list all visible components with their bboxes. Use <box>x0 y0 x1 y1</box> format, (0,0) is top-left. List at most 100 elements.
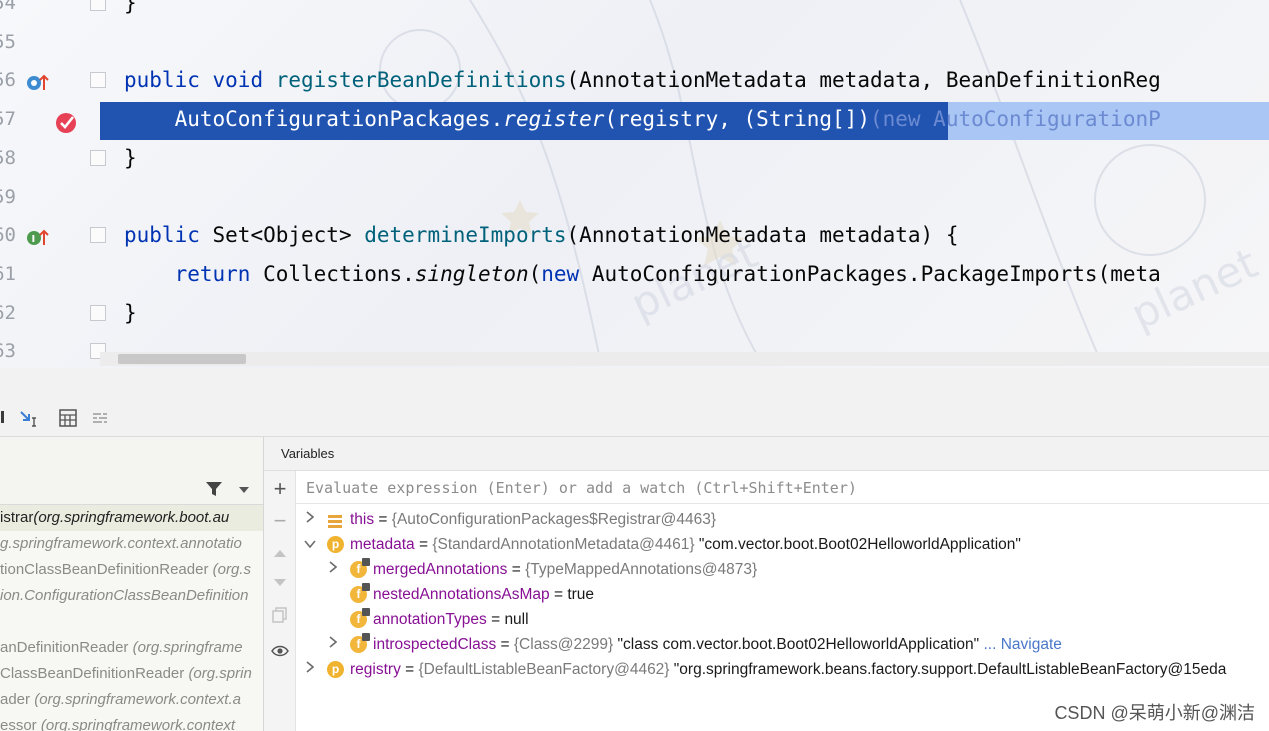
navigate-link[interactable]: ... Navigate <box>984 636 1062 653</box>
variable-row[interactable]: this = {AutoConfigurationPackages$Regist… <box>304 507 1269 532</box>
stack-frame[interactable]: tionClassBeanDefinitionReader (org.s <box>0 557 263 583</box>
code-token: singleton <box>414 261 529 286</box>
code-token: registerBeanDefinitions <box>275 68 567 93</box>
debug-toolbar <box>0 401 1269 437</box>
line-number[interactable]: 60 <box>0 224 16 246</box>
variable-row[interactable]: f introspectedClass = {Class@2299} "class… <box>327 632 1269 657</box>
field-icon: f <box>350 583 370 603</box>
variable-type: {StandardAnnotationMetadata@4461} <box>432 536 695 553</box>
move-down-icon[interactable] <box>270 573 290 593</box>
field-icon: f <box>350 608 370 628</box>
stack-frame[interactable]: anDefinitionReader (org.springframe <box>0 635 263 661</box>
line-number[interactable]: 63 <box>0 340 16 362</box>
variables-tab-bar: Variables <box>264 437 1269 471</box>
editor-gutter[interactable]: 54 55 56 57 58 59 60 61 62 63 <box>0 0 106 368</box>
code-line[interactable]: public Set<Object> determineImports(Anno… <box>124 216 958 254</box>
code-line[interactable]: } <box>124 0 137 22</box>
frames-panel: istrar(org.springframework.boot.au g.spri… <box>0 437 264 731</box>
stack-frame[interactable]: ion.ConfigurationClassBeanDefinition <box>0 583 263 609</box>
horizontal-scrollbar-thumb[interactable] <box>118 354 246 364</box>
variable-name: metadata <box>350 536 415 553</box>
breakpoint-icon[interactable] <box>54 109 80 135</box>
line-number[interactable]: 59 <box>0 186 16 208</box>
fold-marker-icon[interactable] <box>90 149 106 166</box>
line-number[interactable]: 56 <box>0 69 16 91</box>
line-number[interactable]: 61 <box>0 263 16 285</box>
move-up-icon[interactable] <box>270 543 290 563</box>
watermark: CSDN @呆萌小新@渊洁 <box>1054 703 1255 723</box>
variable-type: {TypeMappedAnnotations@4873} <box>525 561 758 578</box>
line-number[interactable]: 58 <box>0 147 16 169</box>
variable-row[interactable]: p registry = {DefaultListableBeanFactory@… <box>304 657 1269 682</box>
fold-marker-icon[interactable] <box>90 0 106 11</box>
stack-frame-method: istrar <box>0 509 34 526</box>
fold-marker-icon[interactable] <box>90 227 106 244</box>
code-line[interactable]: } <box>124 294 137 332</box>
variable-row[interactable]: f annotationTypes = null <box>327 607 1269 632</box>
expand-chevron-icon[interactable] <box>327 632 339 657</box>
stack-frame-method: anDefinitionReader <box>0 639 133 656</box>
step-marker-icon[interactable] <box>0 409 6 429</box>
fold-marker-icon[interactable] <box>90 72 106 89</box>
variable-text: this = {AutoConfigurationPackages$Regist… <box>350 511 717 528</box>
trace-stream-icon[interactable] <box>90 409 110 429</box>
stack-frame[interactable]: ClassBeanDefinitionReader (org.sprin <box>0 661 263 687</box>
code-line[interactable]: return Collections.singleton(new AutoCon… <box>124 255 1161 293</box>
fold-marker-icon[interactable] <box>90 304 106 321</box>
evaluate-expression-icon[interactable] <box>58 409 78 429</box>
variable-text: annotationTypes = null <box>373 611 529 628</box>
code-token: public <box>124 223 213 248</box>
stack-frame-class: g.springframework.context.annotatio <box>0 535 242 552</box>
stack-frame[interactable]: g.springframework.context.annotatio <box>0 531 263 557</box>
stack-frame[interactable]: istrar(org.springframework.boot.au <box>0 505 263 531</box>
code-line[interactable]: AutoConfigurationPackages.register(regis… <box>124 100 1161 138</box>
variable-type: {Class@2299} <box>513 636 614 653</box>
watches-eye-icon[interactable] <box>270 643 290 663</box>
line-number[interactable]: 57 <box>0 108 16 130</box>
remove-watch-icon[interactable]: − <box>270 510 290 532</box>
svg-text:I: I <box>32 234 36 245</box>
stack-frame[interactable] <box>0 609 263 635</box>
variable-row[interactable]: p metadata = {StandardAnnotationMetadata@… <box>304 532 1269 557</box>
code-line[interactable]: public void registerBeanDefinitions(Anno… <box>124 61 1161 99</box>
variable-row[interactable]: f nestedAnnotationsAsMap = true <box>327 582 1269 607</box>
run-to-cursor-icon[interactable] <box>18 409 38 429</box>
line-number[interactable]: 62 <box>0 302 16 324</box>
stack-frame[interactable]: essor (org.springframework.context <box>0 713 263 731</box>
stack-frame-class: (org.springframe <box>132 639 243 656</box>
variable-text: nestedAnnotationsAsMap = true <box>373 586 595 603</box>
line-number[interactable]: 55 <box>0 31 16 53</box>
code-token: } <box>124 0 137 15</box>
variable-row[interactable]: f mergedAnnotations = {TypeMappedAnnotati… <box>327 557 1269 582</box>
variable-name: nestedAnnotationsAsMap <box>373 586 550 603</box>
variable-value: null <box>504 611 529 628</box>
code-token: register <box>503 107 605 132</box>
code-token: Collections. <box>263 261 415 286</box>
stack-frame[interactable]: ader (org.springframework.context.a <box>0 687 263 713</box>
frames-header <box>0 437 263 505</box>
variable-type: {DefaultListableBeanFactory@4462} <box>418 661 670 678</box>
code-line[interactable]: } <box>124 139 137 177</box>
collapse-chevron-icon[interactable] <box>304 532 316 557</box>
copy-icon[interactable] <box>270 607 290 627</box>
evaluate-expression-field[interactable]: Evaluate expression (Enter) or add a wat… <box>296 471 1269 504</box>
horizontal-scrollbar-track[interactable] <box>100 352 1269 366</box>
implements-marker-icon[interactable] <box>26 73 50 93</box>
implementation-marker-icon[interactable]: I <box>26 228 50 248</box>
stack-frame-class: (org.springframework.context <box>40 717 236 731</box>
filter-icon[interactable] <box>205 481 223 497</box>
chevron-down-icon[interactable] <box>238 486 250 494</box>
parameter-icon: p <box>327 661 344 678</box>
expand-chevron-icon[interactable] <box>304 507 316 532</box>
add-watch-icon[interactable]: + <box>270 478 290 500</box>
code-token: } <box>124 300 137 325</box>
code-token: void <box>212 68 276 93</box>
field-icon: f <box>350 558 370 578</box>
expand-chevron-icon[interactable] <box>327 557 339 582</box>
code-token: (AnnotationMetadata metadata, BeanDefini… <box>566 68 1161 93</box>
expand-chevron-icon[interactable] <box>304 657 316 682</box>
editor-background-artwork: planet planet <box>379 0 1265 361</box>
tab-variables[interactable]: Variables <box>281 446 334 461</box>
line-number[interactable]: 54 <box>0 0 16 14</box>
code-editor[interactable]: planet planet 54 55 56 57 58 59 60 61 62 63 } publ… <box>0 0 1269 368</box>
